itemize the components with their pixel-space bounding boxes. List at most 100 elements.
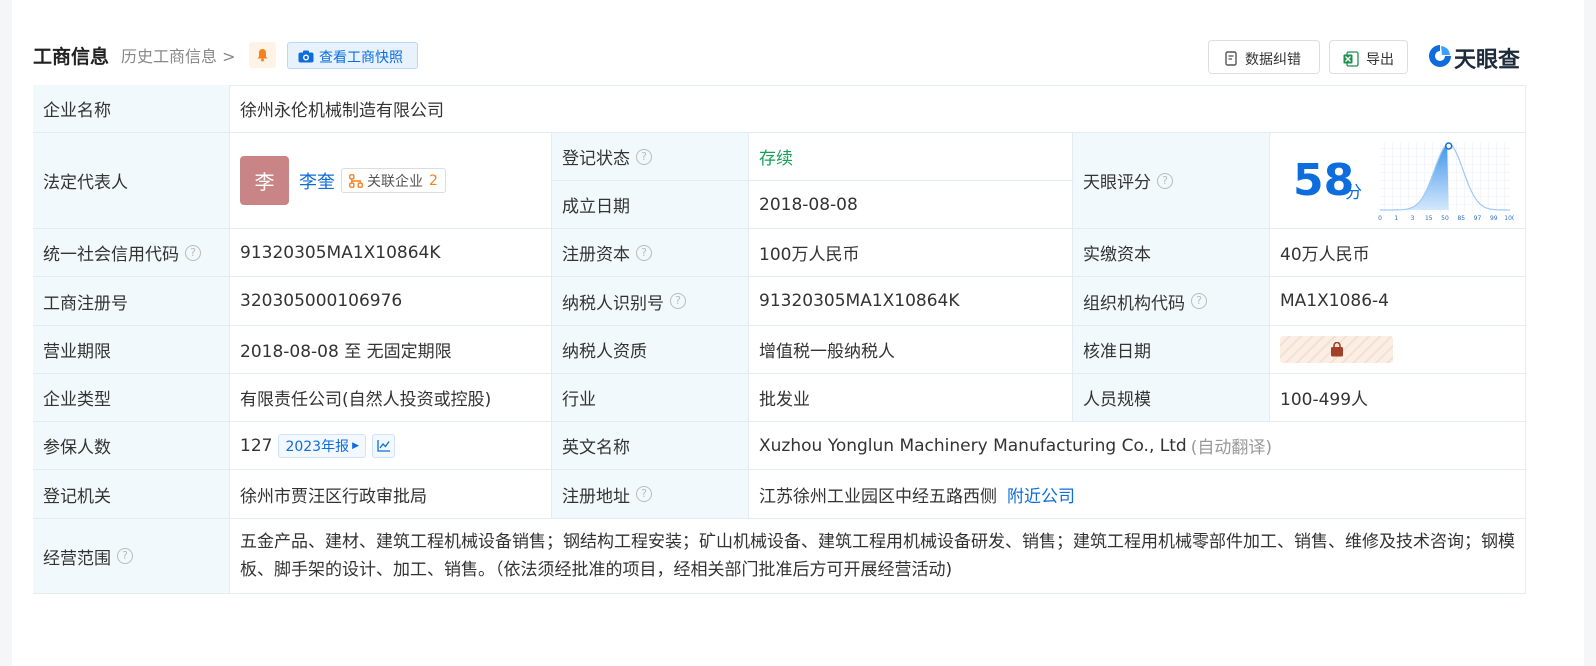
value-text: 徐州永伦机械制造有限公司 [240,101,444,121]
help-icon[interactable]: ? [636,148,652,165]
locked-value-button[interactable] [1280,336,1393,363]
taxpayer-qual-label: 纳税人资质 [552,326,749,374]
value-text: 40万人民币 [1280,245,1370,265]
label-text: 天眼评分 [1083,173,1151,193]
label-text: 纳税人资质 [562,342,647,362]
value-text: 91320305MA1X10864K [240,242,441,263]
founded-value: 2018-08-08 [749,181,1073,229]
score-label: 天眼评分? [1073,133,1270,229]
value-text: 100-499人 [1280,390,1369,410]
camera-icon [298,50,314,63]
help-icon[interactable]: ? [117,548,133,564]
reg-no-value: 320305000106976 [230,277,552,326]
taxpayer-id-label: 纳税人识别号? [552,277,749,326]
label-text: 工商注册号 [43,293,128,314]
score-tick-label: 100 [1504,215,1514,222]
score-tick-label: 0 [1378,215,1382,222]
founded-label: 成立日期 [552,181,749,229]
label-text: 经营范围 [43,548,111,569]
status-badge: 存续 [759,149,793,169]
related-companies-button[interactable]: 关联企业 2 [341,168,446,193]
label-text: 行业 [562,390,596,410]
value-text: 批发业 [759,390,810,410]
scope-value: 五金产品、建材、建筑工程机械设备销售；钢结构工程安装；矿山机械设备、建筑工程用机… [230,519,1526,594]
label-text: 组织机构代码 [1083,293,1185,314]
legal-rep-name[interactable]: 李奎 [299,168,335,194]
company-name-label: 企业名称 [33,85,230,133]
section-header: 工商信息 历史工商信息 > 查看工商快照 数据纠错 导出 天眼查 [33,38,1527,74]
nearby-companies-link[interactable]: 附近公司 [1007,482,1075,507]
value-text: 100万人民币 [759,245,860,265]
label-text: 核准日期 [1083,342,1151,362]
label-text: 营业期限 [43,342,111,362]
trend-chart-icon [376,440,390,452]
value-text: 127 [240,435,273,456]
label-text: 注册资本 [562,245,630,265]
score-distribution-chart: 0 1 3 15 50 85 97 99 100 [1378,142,1514,222]
credit-code-value: 91320305MA1X10864K [230,229,552,277]
value-text: 91320305MA1X10864K [759,291,960,311]
industry-label: 行业 [552,374,749,422]
type-label: 企业类型 [33,374,230,422]
score-marker [1444,142,1453,150]
help-icon[interactable]: ? [1157,172,1173,189]
industry-value: 批发业 [749,374,1073,422]
value-text: 五金产品、建材、建筑工程机械设备销售；钢结构工程安装；矿山机械设备、建筑工程用机… [240,532,1515,580]
org-code-value: MA1X1086-4 [1270,277,1526,326]
value-text: 2018-08-08 至 无固定期限 [240,342,452,362]
type-value: 有限责任公司(自然人投资或控股) [230,374,552,422]
score-tick-label: 99 [1490,215,1498,222]
edit-document-icon [1225,51,1237,66]
data-correction-button[interactable]: 数据纠错 [1208,40,1320,74]
staff-value: 100-499人 [1270,374,1526,422]
avatar[interactable]: 李 [240,156,289,205]
related-companies-label: 关联企业 [367,173,423,190]
value-text: 320305000106976 [240,291,403,311]
data-correction-label: 数据纠错 [1245,52,1301,68]
export-label: 导出 [1366,52,1394,68]
score-tick-label: 1 [1394,215,1398,222]
caret-right-icon: ▶ [352,440,360,451]
reg-no-label: 工商注册号 [33,277,230,326]
snapshot-button[interactable]: 查看工商快照 [287,42,418,69]
excel-icon [1343,51,1359,67]
label-text: 参保人数 [43,438,111,458]
help-icon[interactable]: ? [185,244,201,261]
logo-text: 天眼查 [1454,48,1521,73]
company-name-value: 徐州永伦机械制造有限公司 [230,85,1526,133]
label-text: 注册地址 [562,486,630,507]
score-tick-label: 50 [1441,215,1449,222]
address-value: 江苏徐州工业园区中经五路西侧 附近公司 [749,470,1526,519]
credit-code-label: 统一社会信用代码? [33,229,230,277]
help-icon[interactable]: ? [1191,293,1207,309]
scope-label: 经营范围? [33,519,230,594]
export-button[interactable]: 导出 [1329,40,1408,74]
score-tick-label: 3 [1411,215,1415,222]
related-companies-count: 2 [429,172,438,189]
taxpayer-qual-value: 增值税一般纳税人 [749,326,1073,374]
trend-chart-button[interactable] [372,433,396,458]
taxpayer-id-value: 91320305MA1X10864K [749,277,1073,326]
label-text: 法定代表人 [43,173,128,193]
help-icon[interactable]: ? [670,293,686,309]
english-name-value: Xuzhou Yonglun Machinery Manufacturing C… [749,422,1526,470]
authority-label: 登记机关 [33,470,230,519]
value-text: 江苏徐州工业园区中经五路西侧 [759,486,997,507]
approve-date-label: 核准日期 [1073,326,1270,374]
label-text: 纳税人识别号 [562,293,664,314]
paid-capital-label: 实缴资本 [1073,229,1270,277]
score-unit: 分 [1345,183,1362,203]
label-text: 英文名称 [562,438,630,458]
reg-capital-label: 注册资本? [552,229,749,277]
history-link[interactable]: 历史工商信息 > [121,43,236,67]
bell-icon[interactable] [249,42,276,68]
label-text: 企业类型 [43,390,111,410]
paid-capital-value: 40万人民币 [1270,229,1526,277]
annual-report-tag[interactable]: 2023年报 ▶ [278,433,367,458]
value-text: Xuzhou Yonglun Machinery Manufacturing C… [759,435,1187,456]
lock-icon [1330,342,1343,357]
approve-date-value [1270,326,1526,374]
help-icon[interactable]: ? [636,244,652,261]
label-text: 登记机关 [43,486,111,507]
help-icon[interactable]: ? [636,486,652,502]
